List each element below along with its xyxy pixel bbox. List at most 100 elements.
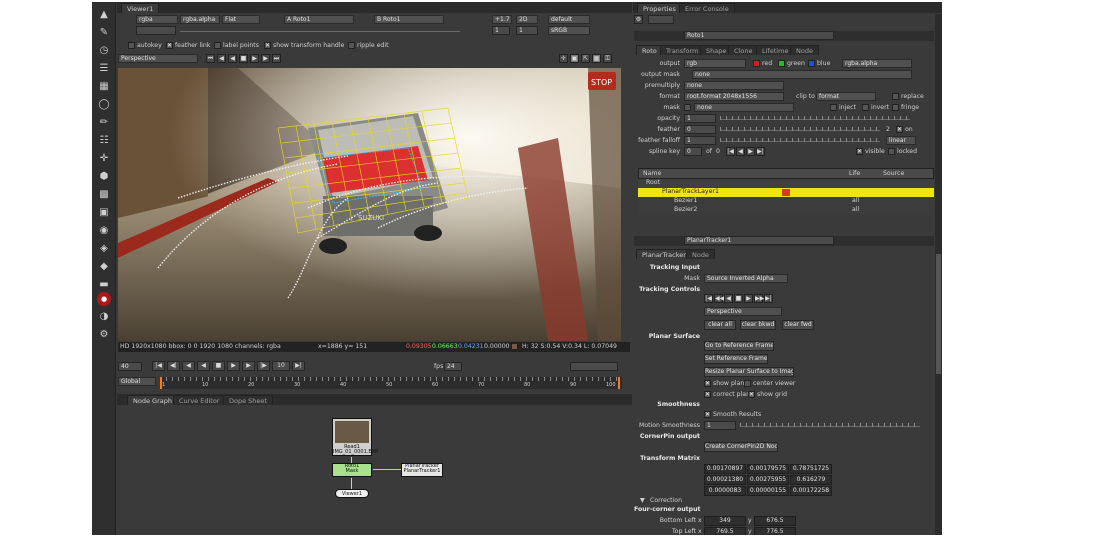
locked-checkbox[interactable] — [888, 148, 895, 155]
key-next-button[interactable]: ▶ — [746, 147, 755, 156]
key-prev-button[interactable]: ◀ — [736, 147, 745, 156]
ptrack-stop-button[interactable]: ■ — [734, 294, 743, 303]
show-transform-handle-checkbox[interactable]: ✕ — [264, 42, 271, 49]
gamma-field[interactable]: 1 — [516, 26, 538, 35]
output-dropdown[interactable]: rgb — [684, 59, 746, 68]
subtab-planar-node[interactable]: Node — [686, 249, 715, 259]
visible-checkbox[interactable]: ✕ — [856, 148, 863, 155]
planar-tracker-node[interactable]: PlanarTracker PlanarTracker1 — [401, 463, 443, 477]
autokey-checkbox[interactable] — [128, 42, 135, 49]
matrix-cell[interactable]: 0.616279 — [790, 475, 832, 485]
show-plane-checkbox[interactable]: ✕ — [704, 380, 711, 387]
tag-icon[interactable]: ◈ — [97, 242, 111, 256]
zoom-dropdown[interactable]: 2D — [516, 15, 538, 24]
tab-curve-editor[interactable]: Curve Editor — [173, 395, 226, 405]
properties-scrollbar[interactable] — [935, 14, 942, 535]
matrix-cell[interactable]: 0.00179575 — [747, 464, 789, 474]
premultiply-dropdown[interactable]: none — [684, 81, 784, 90]
set-reference-frame-button[interactable]: Set Reference Frame — [704, 354, 768, 364]
window-icon[interactable]: ▬ — [97, 278, 111, 292]
ptrack-first-button[interactable]: |◀ — [704, 294, 713, 303]
play-backward-button[interactable]: ◀ — [197, 361, 210, 371]
blur-icon[interactable]: ▩ — [97, 188, 111, 202]
grid-toggle-icon[interactable]: ▦ — [592, 54, 601, 63]
bottom-left-x[interactable]: 349 — [704, 516, 746, 526]
track-prev-button[interactable]: ◀ — [217, 54, 226, 63]
properties-max-panels-field[interactable] — [648, 15, 674, 24]
matrix-cell[interactable]: 0.00021380 — [704, 475, 746, 485]
roto-node-name-field[interactable]: Roto1 — [684, 31, 834, 40]
key-first-button[interactable]: |◀ — [726, 147, 735, 156]
crosshair-icon[interactable]: ✛ — [559, 54, 568, 63]
output-alpha-dropdown[interactable]: rgba.alpha — [842, 59, 912, 68]
display-mode-dropdown[interactable]: Flat — [222, 15, 260, 24]
planar-node-name-field[interactable]: PlanarTracker1 — [684, 236, 834, 245]
subtab-clone[interactable]: Clone — [728, 45, 759, 55]
output-mask-dropdown[interactable]: none — [692, 70, 912, 79]
skip-end-button[interactable]: ▶| — [292, 361, 305, 371]
layers-icon[interactable]: ☰ — [97, 62, 111, 76]
lock-icon[interactable]: ⚿ — [603, 54, 612, 63]
prev-key-button[interactable]: ◀| — [167, 361, 180, 371]
tracker-mode-dropdown[interactable]: Perspective — [118, 54, 198, 63]
play-forward-button[interactable]: ▶ — [227, 361, 240, 371]
frame-range-field[interactable] — [570, 362, 618, 371]
pointer-icon[interactable]: ▲ — [97, 8, 111, 22]
track-last-button[interactable]: ⏭ — [272, 54, 281, 63]
track-fwd-button[interactable]: ▶ — [250, 54, 259, 63]
range-mode-dropdown[interactable]: Global — [118, 377, 156, 386]
fps-field[interactable]: 24 — [444, 362, 462, 371]
opacity-field[interactable]: 1 — [684, 114, 716, 123]
gain-slider-field[interactable] — [136, 26, 176, 35]
track-stop-button[interactable]: ■ — [239, 54, 248, 63]
mask-checkbox[interactable] — [684, 104, 691, 111]
ptrack-next-button[interactable]: ▶ — [744, 294, 753, 303]
input-b-dropdown[interactable]: B Roto1 — [374, 15, 444, 24]
transform-icon[interactable]: ⇱ — [581, 54, 590, 63]
next-key-button[interactable]: |▶ — [257, 361, 270, 371]
eye-icon[interactable]: ◉ — [97, 224, 111, 238]
correct-plane-checkbox[interactable]: ✕ — [704, 391, 711, 398]
step-field[interactable]: 10 — [272, 361, 290, 371]
tab-properties[interactable]: Properties — [637, 3, 682, 13]
track-next-button[interactable]: ▶ — [261, 54, 270, 63]
top-left-x[interactable]: 769.5 — [704, 527, 746, 535]
ptrack-fwd-button[interactable]: ▶▶ — [754, 294, 764, 303]
green-channel-swatch[interactable] — [778, 60, 785, 67]
ptrack-prev-button[interactable]: ◀ — [724, 294, 733, 303]
tab-node-graph[interactable]: Node Graph — [127, 395, 178, 405]
paint-icon[interactable]: ✎ — [97, 26, 111, 40]
mask-dropdown[interactable]: none — [694, 103, 794, 112]
top-left-y[interactable]: 776.5 — [754, 527, 796, 535]
clock-icon[interactable]: ◷ — [97, 44, 111, 58]
tree-row[interactable]: Bezier2 all — [638, 206, 934, 215]
ripple-edit-checkbox[interactable] — [348, 42, 355, 49]
planar-mode-dropdown[interactable]: Perspective — [704, 307, 782, 316]
ptrack-back-button[interactable]: ◀◀ — [714, 294, 724, 303]
circle-icon[interactable]: ◯ — [97, 98, 111, 112]
tab-dope-sheet[interactable]: Dope Sheet — [223, 395, 273, 405]
feather-falloff-field[interactable]: 1 — [684, 136, 716, 145]
tab-viewer1[interactable]: Viewer1 — [121, 3, 160, 13]
planar-mask-dropdown[interactable]: Source Inverted Alpha — [704, 274, 788, 283]
clear-all-button[interactable]: clear all — [704, 320, 736, 330]
current-frame-field[interactable]: 40 — [118, 362, 142, 371]
subtab-transform[interactable]: Transform — [660, 45, 705, 55]
subtab-lifetime[interactable]: Lifetime — [756, 45, 795, 55]
colorspace-dropdown[interactable]: sRGB — [548, 26, 590, 35]
frame-field[interactable]: 1 — [492, 26, 510, 35]
fringe-checkbox[interactable] — [892, 104, 899, 111]
feather-field[interactable]: 0 — [684, 125, 716, 134]
subtab-roto[interactable]: Roto — [636, 45, 663, 55]
feather-falloff-type-dropdown[interactable]: linear — [886, 136, 916, 145]
channels-dropdown[interactable]: rgba — [136, 15, 178, 24]
hexagon-icon[interactable]: ⬢ — [97, 170, 111, 184]
move-icon[interactable]: ✛ — [97, 152, 111, 166]
inject-checkbox[interactable] — [830, 104, 837, 111]
correction-expand-icon[interactable]: ▼ — [640, 496, 645, 505]
go-to-reference-frame-button[interactable]: Go to Reference Frame — [704, 341, 774, 351]
node-graph-canvas[interactable]: Read1 IMG_01_0001.EXR Roto1 Mask PlanarT… — [117, 405, 632, 535]
invert-checkbox[interactable] — [862, 104, 869, 111]
create-cornerpin-button[interactable]: Create CornerPin2D Node — [704, 442, 778, 452]
settings-icon[interactable]: ⚙ — [97, 328, 111, 342]
